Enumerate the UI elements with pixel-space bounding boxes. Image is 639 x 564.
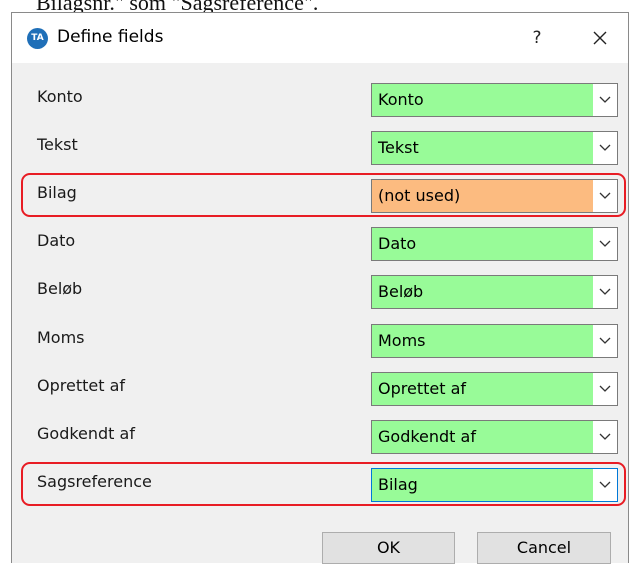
caption-text: Bilagsnr." som "Sagsreference". (36, 0, 319, 15)
field-select[interactable]: Beløb (371, 275, 618, 309)
field-row: Tekst Tekst (12, 119, 628, 167)
field-select[interactable]: Godkendt af (371, 420, 618, 454)
help-button[interactable]: ? (522, 23, 552, 53)
dropdown-button[interactable] (593, 325, 617, 357)
field-select-value: Moms (372, 325, 593, 357)
field-row: Dato Dato (12, 215, 628, 263)
field-row: Beløb Beløb (12, 263, 628, 311)
chevron-down-icon (599, 144, 611, 151)
field-select-value: Oprettet af (372, 373, 593, 405)
dropdown-button[interactable] (593, 276, 617, 308)
field-select-value: Dato (372, 228, 593, 260)
app-icon: TA (27, 28, 48, 49)
close-button[interactable] (582, 21, 618, 55)
chevron-down-icon (599, 433, 611, 440)
field-row: Konto Konto (12, 71, 628, 119)
title-bar[interactable]: TA Define fields ? (12, 13, 628, 63)
highlight-annotation (21, 462, 626, 506)
dropdown-button[interactable] (593, 84, 617, 116)
field-select[interactable]: Tekst (371, 131, 618, 165)
field-row: Oprettet af Oprettet af (12, 360, 628, 408)
field-label: Godkendt af (37, 424, 135, 443)
field-label: Konto (37, 87, 83, 106)
field-select-value: Beløb (372, 276, 593, 308)
ok-button[interactable]: OK (322, 532, 455, 564)
close-icon (593, 31, 607, 45)
chevron-down-icon (599, 337, 611, 344)
dropdown-button[interactable] (593, 228, 617, 260)
field-select[interactable]: Konto (371, 83, 618, 117)
dropdown-button[interactable] (593, 421, 617, 453)
dropdown-button[interactable] (593, 132, 617, 164)
chevron-down-icon (599, 240, 611, 247)
field-label: Moms (37, 328, 85, 347)
chevron-down-icon (599, 288, 611, 295)
field-select[interactable]: Oprettet af (371, 372, 618, 406)
field-label: Dato (37, 231, 76, 250)
field-row: Godkendt af Godkendt af (12, 408, 628, 456)
field-select[interactable]: Dato (371, 227, 618, 261)
chevron-down-icon (599, 385, 611, 392)
dialog-title: Define fields (57, 27, 164, 47)
field-select-value: Godkendt af (372, 421, 593, 453)
chevron-down-icon (599, 96, 611, 103)
cancel-button[interactable]: Cancel (477, 532, 611, 564)
field-select[interactable]: Moms (371, 324, 618, 358)
field-label: Oprettet af (37, 376, 126, 395)
dropdown-button[interactable] (593, 373, 617, 405)
field-label: Beløb (37, 279, 83, 298)
field-row: Moms Moms (12, 312, 628, 360)
field-select-value: Konto (372, 84, 593, 116)
highlight-annotation (21, 173, 626, 217)
define-fields-dialog: TA Define fields ? Konto Konto Tekst Tekst B… (11, 12, 629, 564)
field-select-value: Tekst (372, 132, 593, 164)
field-label: Tekst (37, 135, 78, 154)
